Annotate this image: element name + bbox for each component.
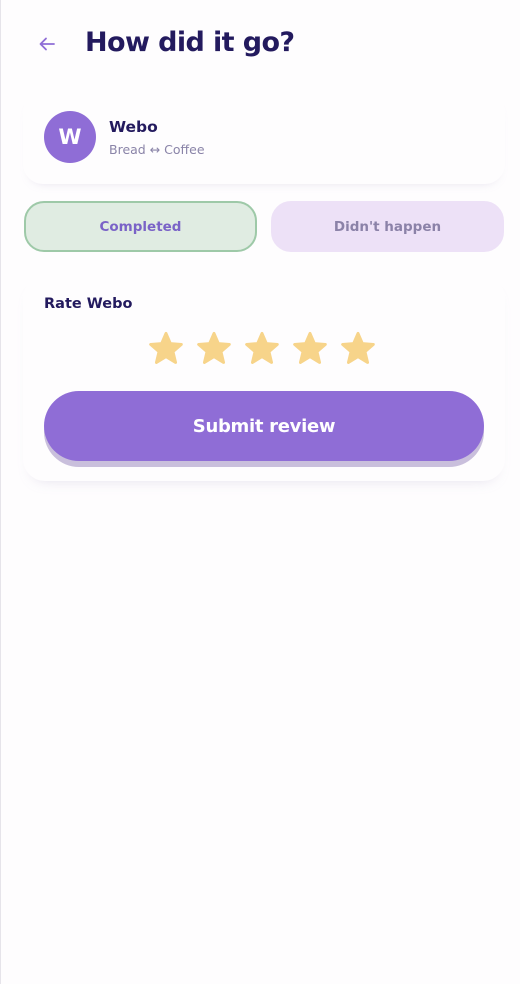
star-icon-1[interactable] (147, 330, 185, 368)
star-icon-2[interactable] (195, 330, 233, 368)
review-screen: How did it go? W Webo Bread ↔ Coffee Com… (0, 0, 520, 984)
star-icon-4[interactable] (291, 330, 329, 368)
didnt-happen-button[interactable]: Didn't happen (271, 201, 504, 252)
arrow-left-icon (37, 34, 57, 58)
partner-trade: Bread ↔ Coffee (109, 142, 205, 157)
partner-card: W Webo Bread ↔ Coffee (23, 92, 505, 184)
avatar: W (44, 111, 96, 163)
rate-label: Rate Webo (44, 296, 133, 312)
rating-card: Rate Webo Submit review (23, 276, 505, 481)
back-button[interactable] (35, 34, 59, 58)
star-rating (147, 330, 387, 370)
star-icon-5[interactable] (339, 330, 377, 368)
star-icon-3[interactable] (243, 330, 281, 368)
partner-name: Webo (109, 118, 158, 136)
page-title: How did it go? (85, 27, 295, 58)
completed-button[interactable]: Completed (24, 201, 257, 252)
header: How did it go? (1, 0, 520, 92)
submit-review-button[interactable]: Submit review (44, 391, 484, 461)
